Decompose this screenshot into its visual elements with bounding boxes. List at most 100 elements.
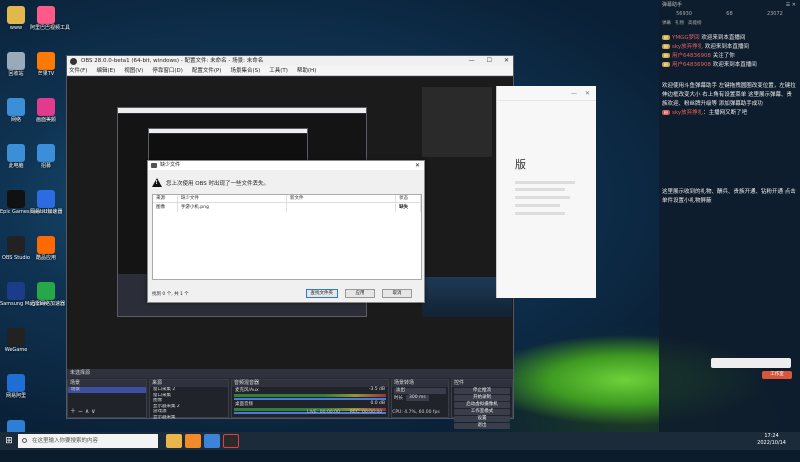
col-new: 新文件 bbox=[287, 195, 397, 202]
desktop-shortcut-label: OBS Studio bbox=[2, 255, 30, 261]
desktop-shortcut[interactable]: WeGame bbox=[0, 328, 32, 370]
missing-files-table: 来源 缺少文件 新文件 状态 图像 手游小机.png 缺失 bbox=[152, 194, 422, 280]
desktop-shortcut[interactable]: 网络 bbox=[0, 98, 32, 140]
windows-start-icon[interactable]: ⊞ bbox=[0, 432, 18, 450]
obs-statusbar: LIVE: 00:00:00 REC: 00:00:00 CPU: 4.7%, … bbox=[307, 410, 440, 415]
mixer-volume-slider-mic[interactable] bbox=[234, 398, 386, 400]
user-badge: 粉 bbox=[662, 53, 670, 58]
taskbar-app-icon[interactable] bbox=[185, 434, 201, 448]
mixer-channel-name: 麦克风/Aux bbox=[235, 388, 259, 393]
row-new-file[interactable] bbox=[287, 203, 397, 212]
chat-text: 关注了你 bbox=[712, 53, 735, 59]
menu-item[interactable]: 文件(F) bbox=[69, 66, 87, 75]
mixer-channel-db: 0.0 dB bbox=[370, 401, 385, 406]
control-button[interactable]: 开始录制 bbox=[454, 395, 510, 401]
chat-input[interactable] bbox=[711, 358, 791, 368]
taskbar-app-icon[interactable] bbox=[204, 434, 220, 448]
taskbar-app-icon[interactable] bbox=[166, 434, 182, 448]
rec-status: REC: 00:00:00 bbox=[349, 410, 383, 415]
desktop-shortcut[interactable]: Samsung Magician bbox=[0, 282, 47, 324]
desktop-shortcut-label: 网络 bbox=[10, 117, 21, 123]
tab-danmaku[interactable]: 弹幕 bbox=[662, 19, 671, 28]
app-store-icon bbox=[37, 236, 55, 254]
minimize-icon[interactable]: — bbox=[469, 56, 475, 66]
dialog-close-icon[interactable]: ✕ bbox=[415, 161, 420, 170]
desktop-shortcut[interactable]: 酷品应用 bbox=[30, 236, 62, 278]
scene-add-remove-icons[interactable]: ＋ − ∧ ∨ bbox=[70, 406, 96, 415]
close-icon[interactable]: ✕ bbox=[504, 56, 509, 66]
desktop-shortcut[interactable]: Epic Games Launcher bbox=[0, 190, 54, 232]
desktop-shortcut[interactable]: OBS Studio bbox=[0, 236, 32, 278]
menu-item[interactable]: 工具(T) bbox=[269, 66, 288, 75]
desktop-shortcut[interactable]: www bbox=[0, 6, 32, 48]
cpu-status: CPU: 4.7%, 60.00 fps bbox=[392, 410, 440, 415]
mixer-dock-title: 音频混音器 bbox=[232, 380, 388, 387]
menu-item[interactable]: 配置文件(P) bbox=[192, 66, 222, 75]
desktop-shortcut[interactable]: 回收站 bbox=[0, 52, 32, 94]
dialog-titlebar[interactable]: 缺少文件 ✕ bbox=[148, 161, 424, 170]
chat-username[interactable]: sky放弃挣扎 bbox=[672, 110, 703, 116]
desktop-shortcut-label: 招募 bbox=[40, 163, 51, 169]
source-item[interactable]: 显示器采集 bbox=[150, 415, 228, 421]
mango-tv-icon bbox=[37, 52, 55, 70]
controls-dock: 控件 停止推流 开始录制 启动虚拟摄像机 工作室模式 设置 退出 bbox=[451, 379, 513, 429]
desktop-shortcut[interactable]: 招募 bbox=[30, 144, 62, 186]
control-button[interactable]: 启动虚拟摄像机 bbox=[454, 402, 510, 408]
cancel-button[interactable]: 取消 bbox=[382, 289, 412, 298]
apply-button[interactable]: 应用 bbox=[345, 289, 375, 298]
maximize-icon[interactable]: ☐ bbox=[487, 56, 492, 66]
control-button[interactable]: 工作室模式 bbox=[454, 409, 510, 415]
chat-panel-controls[interactable]: ☰ ✕ bbox=[786, 0, 796, 10]
desktop-shortcut[interactable]: 网易阿里 bbox=[0, 374, 32, 416]
chat-username[interactable]: YMGG梦回 bbox=[672, 35, 701, 41]
menu-item[interactable]: 停靠窗口(D) bbox=[152, 66, 183, 75]
control-button[interactable]: 停止推流 bbox=[454, 388, 510, 394]
chat-username[interactable]: 用户64836908 bbox=[672, 62, 713, 68]
desktop-shortcut[interactable]: 网易UU加速器 bbox=[30, 190, 62, 232]
scenes-dock: 场景 场景 ＋ − ∧ ∨ bbox=[67, 379, 147, 418]
tab-rank[interactable]: 高能榜 bbox=[688, 19, 702, 28]
app-window-text-line bbox=[515, 181, 575, 184]
menu-item[interactable]: 场景集合(S) bbox=[230, 66, 260, 75]
chat-message: 粉用户64836908 欢迎来到本直播间 bbox=[659, 61, 800, 70]
desktop-shortcut-label: 芒果TV bbox=[37, 71, 55, 77]
chat-text: 欢迎来到本直播间 bbox=[712, 62, 757, 68]
taskbar: ⊞ 在这里输入你要搜索的内容 17:24 2022/10/14 bbox=[0, 432, 800, 450]
desktop-shortcut[interactable]: 迅雷网络加速器 bbox=[30, 282, 65, 324]
obs-titlebar[interactable]: OBS 28.0.0-beta1 (64-bit, windows) - 配置文… bbox=[67, 56, 513, 66]
transition-type-select[interactable]: 淡出 bbox=[394, 388, 446, 394]
taskbar-search-input[interactable]: 在这里输入你要搜索的内容 bbox=[18, 434, 158, 448]
table-row[interactable]: 图像 手游小机.png 缺失 bbox=[153, 203, 421, 212]
minimize-icon[interactable]: — bbox=[571, 90, 577, 97]
video-tool-icon bbox=[37, 6, 55, 24]
mixer-meter-mic bbox=[234, 394, 386, 397]
uu-accelerator-icon bbox=[37, 190, 55, 208]
obs-logo-icon bbox=[70, 58, 77, 65]
chat-gift-help: 这里展示收到的礼物、酬兵、贵族开通、钻粉开通 点击单件设置小礼物屏蔽 bbox=[662, 189, 796, 204]
chat-username[interactable]: sky放弃挣扎 bbox=[672, 44, 705, 50]
control-button[interactable]: 设置 bbox=[454, 416, 510, 422]
search-folder-button[interactable]: 查找文件夹 bbox=[305, 289, 338, 298]
dialog-footer-count: 找到 0 个, 共 1 个 bbox=[152, 292, 189, 297]
control-button[interactable]: 退出 bbox=[454, 423, 510, 429]
duration-input[interactable]: 300 ms bbox=[406, 395, 429, 401]
col-missing: 缺少文件 bbox=[178, 195, 287, 202]
scene-item[interactable]: 场景 bbox=[68, 387, 146, 393]
stat-fans: 23072 bbox=[766, 11, 783, 17]
close-icon[interactable]: ✕ bbox=[585, 90, 590, 97]
tab-gifts[interactable]: 礼物 bbox=[675, 19, 684, 28]
chat-studio-button[interactable]: 工作室 bbox=[762, 371, 792, 379]
menu-item[interactable]: 视图(V) bbox=[124, 66, 143, 75]
desktop-shortcut[interactable]: 阿里巴巴视频工具 bbox=[30, 6, 70, 48]
taskbar-obs-icon[interactable] bbox=[223, 434, 239, 448]
menu-item[interactable]: 编辑(E) bbox=[96, 66, 115, 75]
beauty-icon bbox=[37, 98, 55, 116]
app-window-text-line bbox=[515, 212, 565, 215]
desktop-shortcut[interactable]: 此电脑 bbox=[0, 144, 32, 186]
menu-item[interactable]: 帮助(H) bbox=[297, 66, 316, 75]
taskbar-clock[interactable]: 17:24 2022/10/14 bbox=[757, 433, 786, 447]
chat-system-help: 欢迎使用斗鱼弹幕助手 左键拖拽圆圈改变位置，左键拉伸边框改变大小 右上角有设置菜… bbox=[662, 83, 796, 107]
chat-username[interactable]: 用户64836908 bbox=[672, 53, 713, 59]
desktop-shortcut[interactable]: 画面美颜 bbox=[30, 98, 62, 140]
desktop-shortcut[interactable]: 芒果TV bbox=[30, 52, 62, 94]
